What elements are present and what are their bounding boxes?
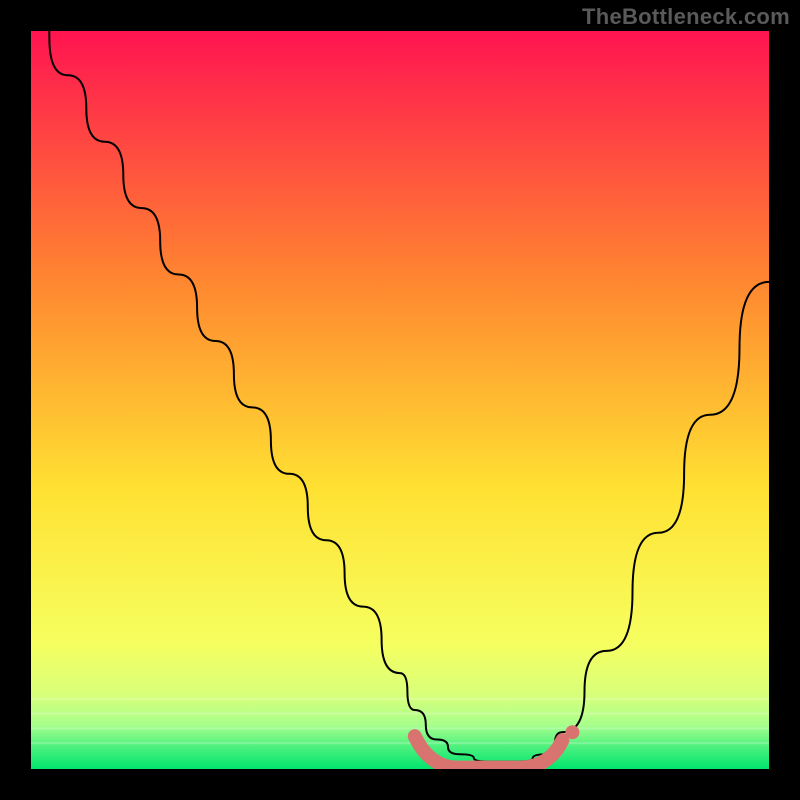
plot-svg bbox=[31, 31, 769, 769]
band-highlight bbox=[31, 727, 769, 729]
plot-area bbox=[31, 31, 769, 769]
valley-marker-dot bbox=[565, 725, 579, 739]
gradient-background bbox=[31, 31, 769, 769]
band-highlight bbox=[31, 698, 769, 700]
band-highlight bbox=[31, 713, 769, 715]
chart-frame: TheBottleneck.com bbox=[0, 0, 800, 800]
watermark-text: TheBottleneck.com bbox=[582, 4, 790, 30]
band-highlight bbox=[31, 742, 769, 744]
